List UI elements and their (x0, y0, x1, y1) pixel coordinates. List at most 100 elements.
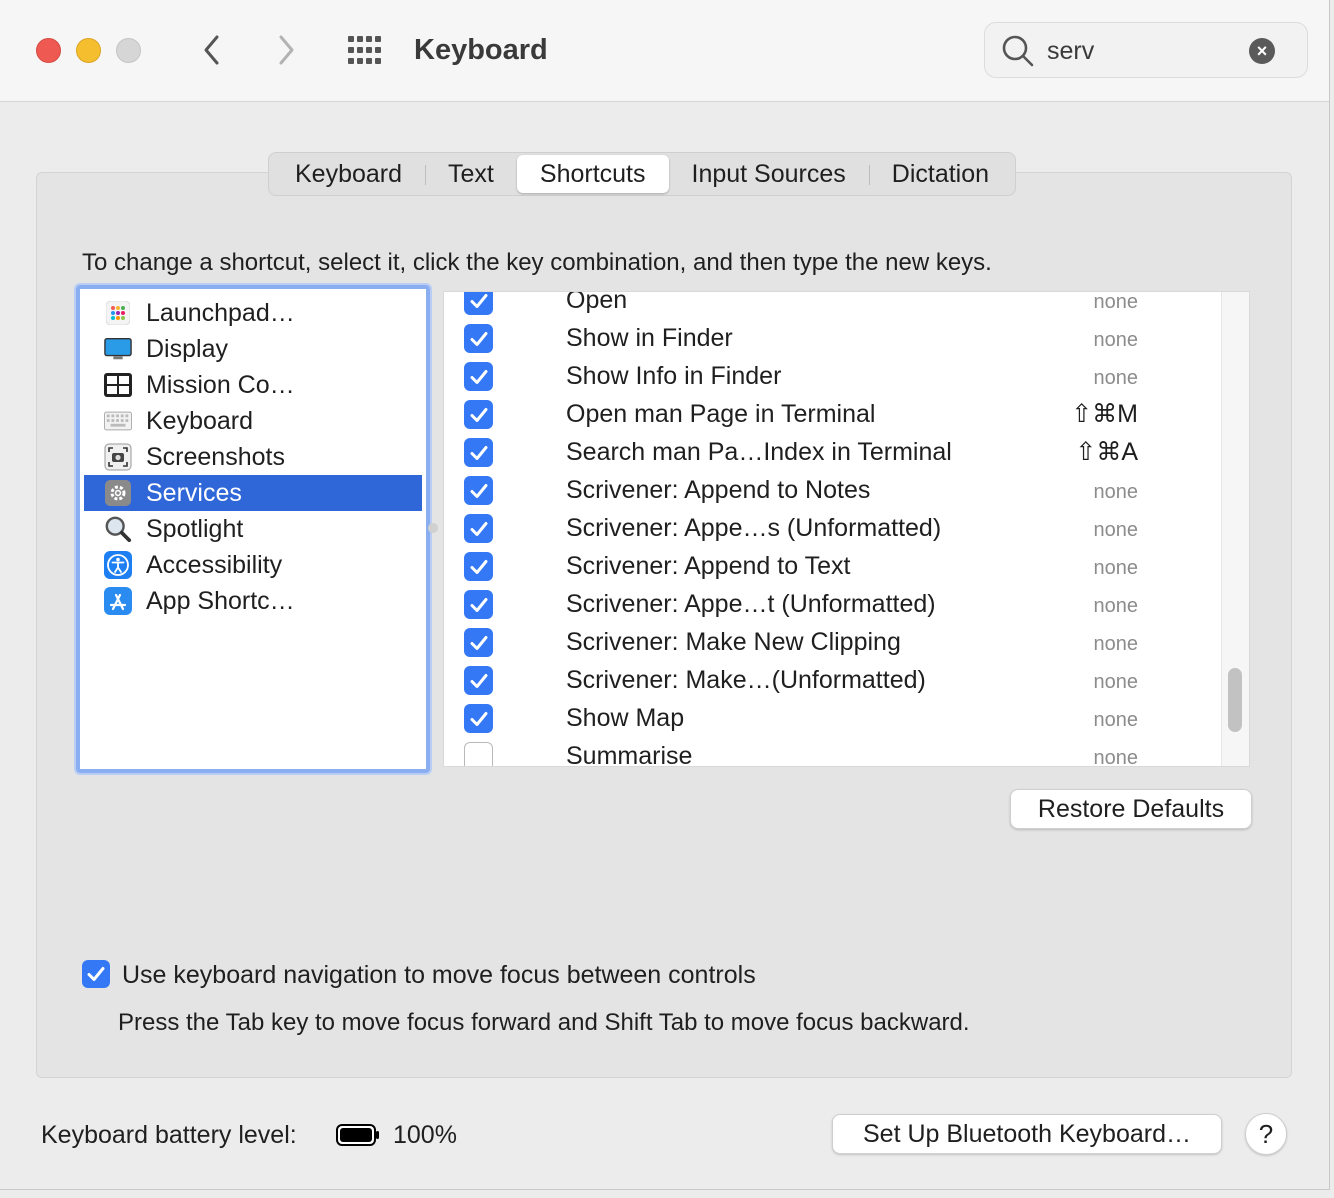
service-checkbox[interactable] (464, 552, 493, 581)
category-launchpad[interactable]: Launchpad… (84, 295, 422, 331)
category-app-shortcuts[interactable]: App Shortc… (84, 583, 422, 619)
show-all-button[interactable] (346, 34, 386, 68)
category-label: Accessibility (146, 550, 283, 579)
service-checkbox[interactable] (464, 400, 493, 429)
service-row[interactable]: Search man Pa…Index in Terminal ⇧⌘A (444, 434, 1222, 472)
service-row[interactable]: Open man Page in Terminal ⇧⌘M (444, 396, 1222, 434)
service-shortcut[interactable]: none (1094, 292, 1139, 315)
zoom-window-button[interactable] (116, 38, 141, 63)
search-field[interactable]: serv × (984, 22, 1308, 78)
scrollbar-thumb[interactable] (1228, 668, 1242, 732)
service-row[interactable]: Show in Finder none (444, 320, 1222, 358)
setup-bluetooth-keyboard-button[interactable]: Set Up Bluetooth Keyboard… (832, 1114, 1222, 1154)
close-window-button[interactable] (36, 38, 61, 63)
tab-keyboard[interactable]: Keyboard (272, 155, 427, 193)
tab-text[interactable]: Text (425, 155, 517, 193)
checkmark-icon (470, 369, 487, 384)
search-icon (1002, 35, 1034, 67)
service-row[interactable]: Open none (444, 292, 1222, 320)
service-shortcut[interactable]: none (1094, 669, 1139, 695)
service-shortcut[interactable]: none (1094, 707, 1139, 733)
keyboard-navigation-label[interactable]: Use keyboard navigation to move focus be… (122, 960, 756, 990)
display-icon (104, 335, 132, 363)
tab-shortcuts[interactable]: Shortcuts (516, 155, 669, 193)
service-shortcut[interactable]: none (1094, 517, 1139, 543)
keyboard-navigation-checkbox[interactable] (82, 960, 110, 988)
service-shortcut[interactable]: none (1094, 365, 1139, 391)
services-list[interactable]: Open none Show in Finder none Show Info … (443, 291, 1250, 767)
category-label: Keyboard (146, 406, 254, 435)
service-row[interactable]: Show Map none (444, 700, 1222, 738)
minimize-window-button[interactable] (76, 38, 101, 63)
help-button[interactable]: ? (1245, 1113, 1287, 1155)
service-name: Show in Finder (566, 324, 733, 352)
launchpad-icon (104, 299, 132, 327)
category-services[interactable]: Services (84, 475, 422, 511)
service-checkbox[interactable] (464, 476, 493, 505)
service-name: Scrivener: Append to Text (566, 552, 851, 580)
split-view-divider[interactable] (428, 523, 438, 533)
service-row[interactable]: Scrivener: Make…(Unformatted) none (444, 662, 1222, 700)
category-label: Mission Co… (146, 370, 295, 399)
restore-defaults-button[interactable]: Restore Defaults (1010, 789, 1252, 829)
service-row[interactable]: Scrivener: Appe…t (Unformatted) none (444, 586, 1222, 624)
category-screenshots[interactable]: Screenshots (84, 439, 422, 475)
service-checkbox[interactable] (464, 666, 493, 695)
gear-icon (104, 479, 132, 507)
service-checkbox[interactable] (464, 292, 493, 315)
service-checkbox[interactable] (464, 514, 493, 543)
window-toolbar: Keyboard serv × (0, 0, 1329, 102)
instructions-text: To change a shortcut, select it, click t… (82, 249, 992, 276)
accessibility-icon (104, 551, 132, 579)
service-shortcut[interactable]: none (1094, 555, 1139, 581)
tab-input-sources[interactable]: Input Sources (669, 155, 871, 193)
forward-button[interactable] (266, 30, 306, 70)
service-row[interactable]: Scrivener: Appe…s (Unformatted) none (444, 510, 1222, 548)
service-row[interactable]: Show Info in Finder none (444, 358, 1222, 396)
service-shortcut[interactable]: none (1094, 327, 1139, 353)
battery-percentage: 100% (393, 1121, 457, 1149)
service-checkbox[interactable] (464, 590, 493, 619)
app-store-icon (104, 587, 132, 615)
keyboard-navigation-hint: Press the Tab key to move focus forward … (118, 1009, 970, 1036)
category-keyboard[interactable]: Keyboard (84, 403, 422, 439)
clear-search-icon[interactable]: × (1249, 38, 1275, 64)
service-checkbox[interactable] (464, 438, 493, 467)
service-checkbox[interactable] (464, 742, 493, 766)
category-accessibility[interactable]: Accessibility (84, 547, 422, 583)
service-checkbox[interactable] (464, 704, 493, 733)
service-shortcut[interactable]: none (1094, 479, 1139, 505)
service-name: Search man Pa…Index in Terminal (566, 438, 952, 466)
chevron-right-icon (279, 35, 294, 65)
category-mission-control[interactable]: Mission Co… (84, 367, 422, 403)
service-shortcut[interactable]: ⇧⌘A (1075, 437, 1138, 467)
service-row[interactable]: Scrivener: Append to Text none (444, 548, 1222, 586)
service-shortcut[interactable]: none (1094, 745, 1139, 766)
checkmark-icon (470, 483, 487, 498)
service-checkbox[interactable] (464, 628, 493, 657)
battery-icon (336, 1124, 379, 1146)
search-input[interactable]: serv (1047, 35, 1094, 67)
tab-dictation[interactable]: Dictation (869, 155, 1012, 193)
service-shortcut[interactable]: none (1094, 631, 1139, 657)
service-checkbox[interactable] (464, 362, 493, 391)
grid-icon (348, 36, 381, 64)
service-row[interactable]: Scrivener: Make New Clipping none (444, 624, 1222, 662)
category-label: Display (146, 334, 228, 363)
service-row[interactable]: Scrivener: Append to Notes none (444, 472, 1222, 510)
service-name: Scrivener: Appe…s (Unformatted) (566, 514, 942, 542)
service-name: Scrivener: Make New Clipping (566, 628, 901, 656)
service-shortcut[interactable]: none (1094, 593, 1139, 619)
shortcut-category-list[interactable]: Launchpad… Display Mission Co… Keyboard … (74, 283, 432, 775)
service-row[interactable]: Summarise none (444, 738, 1222, 766)
keyboard-icon (104, 407, 132, 435)
window-title: Keyboard (414, 34, 548, 66)
checkmark-icon (470, 711, 487, 726)
service-checkbox[interactable] (464, 324, 493, 353)
service-name: Scrivener: Make…(Unformatted) (566, 666, 926, 694)
service-shortcut[interactable]: ⇧⌘M (1071, 399, 1138, 429)
category-display[interactable]: Display (84, 331, 422, 367)
category-spotlight[interactable]: Spotlight (84, 511, 422, 547)
back-button[interactable] (192, 30, 232, 70)
mission-control-icon (104, 371, 132, 399)
